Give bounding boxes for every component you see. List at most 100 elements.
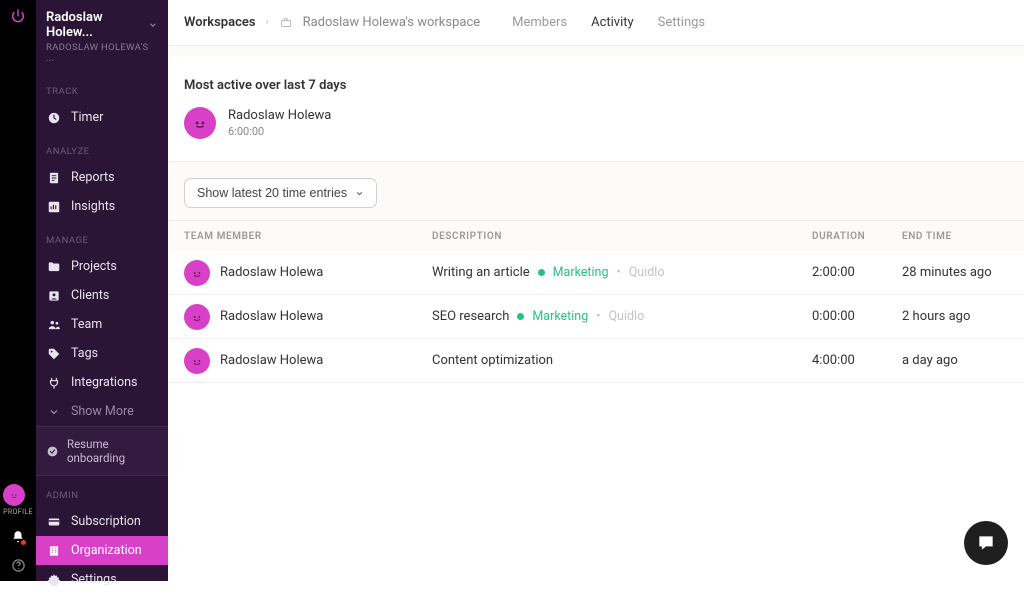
section-title: Most active over last 7 days — [168, 56, 1024, 107]
chat-button[interactable] — [964, 521, 1008, 565]
tab-settings[interactable]: Settings — [654, 15, 709, 30]
sidebar-item-label: Tags — [71, 346, 98, 361]
card-icon — [46, 515, 61, 529]
tag-dot — [517, 313, 524, 320]
table-row[interactable]: Radoslaw Holewa Writing an article Marke… — [168, 251, 1024, 295]
section-title-track: TRACK — [36, 72, 168, 103]
entries-filter-button[interactable]: Show latest 20 time entries — [184, 178, 377, 208]
sidebar-item-label: Clients — [71, 288, 109, 303]
tag-dot — [538, 269, 545, 276]
sidebar-item-integrations[interactable]: Integrations — [36, 368, 168, 397]
tag-icon — [46, 347, 61, 361]
entry-duration: 0:00:00 — [812, 309, 902, 324]
sidebar-item-tags[interactable]: Tags — [36, 339, 168, 368]
folder-icon — [46, 260, 61, 274]
top-user-duration: 6:00:00 — [228, 125, 331, 138]
col-header-member: TEAM MEMBER — [184, 231, 432, 242]
sidebar-item-label: Settings — [71, 572, 117, 587]
member-name: Radoslaw Holewa — [220, 353, 323, 368]
tab-activity[interactable]: Activity — [587, 15, 638, 30]
gear-icon — [46, 573, 61, 587]
sidebar-item-label: Team — [71, 317, 102, 332]
sidebar-item-insights[interactable]: Insights — [36, 192, 168, 221]
chevron-down-icon — [46, 406, 61, 418]
sidebar-item-label: Organization — [71, 543, 142, 558]
table-header: TEAM MEMBER DESCRIPTION DURATION END TIM… — [168, 221, 1024, 251]
sidebar-item-label: Timer — [71, 110, 103, 125]
sidebar-item-label: Integrations — [71, 375, 137, 390]
project-dot: • — [596, 309, 600, 324]
entry-end-time: 2 hours ago — [902, 309, 1008, 324]
rail-profile[interactable]: PROFILE — [3, 484, 33, 516]
sidebar-item-subscription[interactable]: Subscription — [36, 507, 168, 536]
app-rail: PROFILE — [0, 0, 36, 581]
table-row[interactable]: Radoslaw Holewa SEO research Marketing• … — [168, 295, 1024, 339]
section-title-analyze: ANALYZE — [36, 132, 168, 163]
resume-onboarding[interactable]: Resume onboarding — [36, 426, 168, 476]
sidebar-item-team[interactable]: Team — [36, 310, 168, 339]
sidebar-item-timer[interactable]: Timer — [36, 103, 168, 132]
sidebar-item-show-more[interactable]: Show More — [36, 397, 168, 426]
breadcrumb-current[interactable]: Radoslaw Holewa's workspace — [303, 15, 481, 30]
avatar — [184, 348, 210, 374]
help-icon[interactable] — [11, 558, 26, 573]
breadcrumb-bar: Workspaces › Radoslaw Holewa's workspace… — [168, 0, 1024, 46]
avatar — [184, 107, 216, 139]
project-text: Quidlo — [629, 265, 665, 280]
sidebar-item-settings[interactable]: Settings — [36, 565, 168, 594]
check-circle-icon — [46, 445, 59, 458]
entry-description: Writing an article — [432, 265, 530, 280]
building-icon — [46, 544, 61, 558]
top-user-name: Radoslaw Holewa — [228, 108, 331, 123]
sidebar-item-organization[interactable]: Organization — [36, 536, 168, 565]
clock-icon — [46, 111, 61, 125]
avatar — [184, 304, 210, 330]
tag-text: Marketing — [553, 265, 609, 280]
client-icon — [46, 289, 61, 303]
member-name: Radoslaw Holewa — [220, 309, 323, 324]
sidebar: Radoslaw Holew... RADOSLAW HOLEWA'S ... … — [36, 0, 168, 581]
workspace-switcher[interactable]: Radoslaw Holew... RADOSLAW HOLEWA'S ... — [36, 0, 168, 72]
section-title-admin: ADMIN — [36, 476, 168, 507]
document-icon — [46, 171, 61, 185]
entry-end-time: 28 minutes ago — [902, 265, 1008, 280]
sidebar-item-clients[interactable]: Clients — [36, 281, 168, 310]
section-title-manage: MANAGE — [36, 221, 168, 252]
project-text: Quidlo — [608, 309, 644, 324]
entry-end-time: a day ago — [902, 353, 1008, 368]
entry-duration: 2:00:00 — [812, 265, 902, 280]
col-header-end: END TIME — [902, 231, 1008, 242]
entry-duration: 4:00:00 — [812, 353, 902, 368]
rail-profile-label: PROFILE — [3, 508, 33, 516]
table-row[interactable]: Radoslaw Holewa Content optimization 4:0… — [168, 339, 1024, 383]
entry-description: SEO research — [432, 309, 509, 324]
resume-label: Resume onboarding — [67, 437, 158, 465]
sidebar-item-label: Reports — [71, 170, 115, 185]
workspace-name: Radoslaw Holew... — [46, 10, 144, 40]
sidebar-item-label: Projects — [71, 259, 117, 274]
chart-icon — [46, 200, 61, 214]
avatar — [184, 260, 210, 286]
team-icon — [46, 318, 61, 332]
chevron-right-icon: › — [266, 17, 269, 28]
tag-text: Marketing — [532, 309, 588, 324]
workspace-subtitle: RADOSLAW HOLEWA'S ... — [46, 42, 158, 64]
sidebar-item-label: Show More — [71, 404, 134, 419]
top-user-summary: Radoslaw Holewa 6:00:00 — [168, 107, 1024, 162]
breadcrumb-root[interactable]: Workspaces — [184, 15, 256, 30]
sidebar-item-reports[interactable]: Reports — [36, 163, 168, 192]
plug-icon — [46, 376, 61, 390]
notifications-icon[interactable] — [11, 530, 25, 544]
tab-members[interactable]: Members — [508, 15, 571, 30]
workspace-icon — [279, 17, 293, 29]
avatar-icon — [3, 484, 25, 506]
project-dot: • — [616, 265, 620, 280]
chevron-down-icon — [148, 20, 158, 30]
chevron-down-icon — [355, 189, 364, 198]
sidebar-item-projects[interactable]: Projects — [36, 252, 168, 281]
sidebar-item-label: Insights — [71, 199, 115, 214]
col-header-dur: DURATION — [812, 231, 902, 242]
entry-description: Content optimization — [432, 353, 553, 368]
col-header-desc: DESCRIPTION — [432, 231, 812, 242]
power-icon[interactable] — [10, 8, 26, 24]
